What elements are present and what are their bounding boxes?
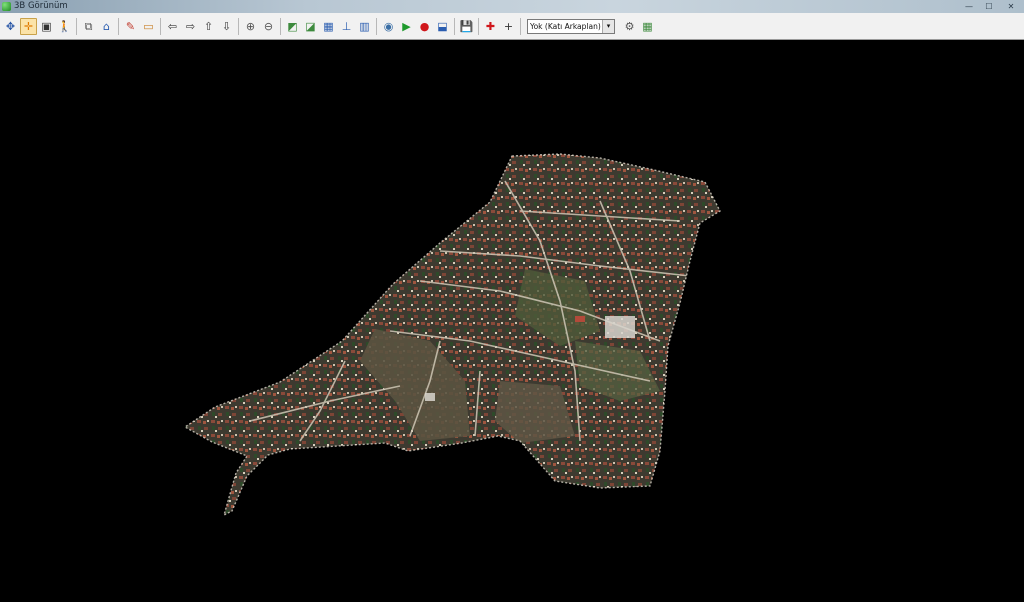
- toolbar-separator: [238, 17, 239, 35]
- chart-icon: ▥: [359, 19, 370, 33]
- background-select[interactable]: Yok (Katı Arkaplan) ▾: [527, 18, 615, 34]
- toolbar-separator: [376, 17, 377, 35]
- terrain-render[interactable]: [0, 41, 1024, 602]
- terrain-icon: ◩: [287, 19, 298, 33]
- crosshair-icon: +: [503, 19, 514, 33]
- arrow-down-button[interactable]: ⇩: [218, 18, 235, 35]
- 3d-viewport[interactable]: [0, 41, 1024, 602]
- layer-icon: ▣: [41, 19, 52, 33]
- arrow-right-icon: ⇨: [185, 19, 196, 33]
- home-button[interactable]: ⌂: [98, 18, 115, 35]
- window-title: 3B Görünüm: [14, 1, 68, 11]
- arrow-up-button[interactable]: ⇧: [200, 18, 217, 35]
- copy-icon: ⧉: [84, 19, 93, 33]
- arrow-up-icon: ⇧: [203, 19, 214, 33]
- camera-button[interactable]: ◉: [380, 18, 397, 35]
- terrain-button[interactable]: ◩: [284, 18, 301, 35]
- zoom-in-icon: ⊕: [245, 19, 256, 33]
- crosshair-button[interactable]: +: [500, 18, 517, 35]
- arrow-left-button[interactable]: ⇦: [164, 18, 181, 35]
- play-icon: ▶: [402, 19, 411, 33]
- export-button[interactable]: ⬓: [434, 18, 451, 35]
- copy-button[interactable]: ⧉: [80, 18, 97, 35]
- settings-button[interactable]: ⚙: [621, 18, 638, 35]
- measure-button[interactable]: ✎: [122, 18, 139, 35]
- ruler-button[interactable]: ▭: [140, 18, 157, 35]
- move-button[interactable]: ✛: [20, 17, 37, 35]
- layer-button[interactable]: ▣: [38, 18, 55, 35]
- toolbar-separator: [76, 17, 77, 35]
- texture-button[interactable]: ▦: [320, 18, 337, 35]
- chart-button[interactable]: ▥: [356, 18, 373, 35]
- toolbar-separator: [160, 17, 161, 35]
- save-button[interactable]: 💾: [458, 18, 475, 35]
- terrain-edit-button[interactable]: ◪: [302, 18, 319, 35]
- toolbar-separator: [280, 17, 281, 35]
- chevron-down-icon[interactable]: ▾: [602, 19, 614, 33]
- terrain-edit-icon: ◪: [305, 19, 316, 33]
- pan-icon: ✥: [5, 19, 16, 33]
- terrain-map: [185, 154, 720, 515]
- measure-icon: ✎: [125, 19, 136, 33]
- zoom-out-icon: ⊖: [263, 19, 274, 33]
- walk-icon: 🚶: [57, 19, 72, 33]
- pan-button[interactable]: ✥: [2, 18, 19, 35]
- camera-icon: ◉: [383, 19, 394, 33]
- elevation-button[interactable]: ⊥: [338, 18, 355, 35]
- minimize-button[interactable]: —: [962, 2, 976, 12]
- elevation-icon: ⊥: [341, 19, 352, 33]
- app-icon: [2, 2, 11, 11]
- background-select-value: Yok (Katı Arkaplan): [530, 21, 601, 31]
- toolbar-separator: [520, 17, 521, 35]
- close-button[interactable]: ✕: [1002, 2, 1020, 12]
- toolbar-separator: [478, 17, 479, 35]
- walk-button[interactable]: 🚶: [56, 18, 73, 35]
- window-controls: — ☐ ✕: [962, 0, 1020, 13]
- record-button[interactable]: ●: [416, 18, 433, 35]
- grid-icon: ▦: [642, 19, 653, 33]
- zoom-in-button[interactable]: ⊕: [242, 18, 259, 35]
- toolbar-separator: [454, 17, 455, 35]
- title-bar: 3B Görünüm — ☐ ✕: [0, 0, 1024, 13]
- toolbar-separator: [118, 17, 119, 35]
- home-icon: ⌂: [103, 19, 110, 33]
- grid-button[interactable]: ▦: [639, 18, 656, 35]
- ruler-icon: ▭: [143, 19, 154, 33]
- move-icon: ✛: [23, 19, 34, 33]
- export-icon: ⬓: [437, 19, 448, 33]
- arrow-left-icon: ⇦: [167, 19, 178, 33]
- arrow-right-button[interactable]: ⇨: [182, 18, 199, 35]
- toolbar: ✥ ✛ ▣ 🚶 ⧉ ⌂ ✎ ▭ ⇦ ⇨ ⇧ ⇩ ⊕ ⊖ ◩ ◪ ▦ ⊥ ▥ ◉ ▶ ● ⬓ 💾 ✚ + Yok (Katı Arka…: [0, 13, 1024, 40]
- crosshair-red-button[interactable]: ✚: [482, 18, 499, 35]
- save-icon: 💾: [459, 19, 474, 33]
- maximize-button[interactable]: ☐: [982, 2, 996, 12]
- record-icon: ●: [419, 19, 430, 33]
- play-button[interactable]: ▶: [398, 18, 415, 35]
- texture-icon: ▦: [323, 19, 334, 33]
- arrow-down-icon: ⇩: [221, 19, 232, 33]
- settings-icon: ⚙: [624, 19, 635, 33]
- zoom-out-button[interactable]: ⊖: [260, 18, 277, 35]
- crosshair-red-icon: ✚: [485, 19, 496, 33]
